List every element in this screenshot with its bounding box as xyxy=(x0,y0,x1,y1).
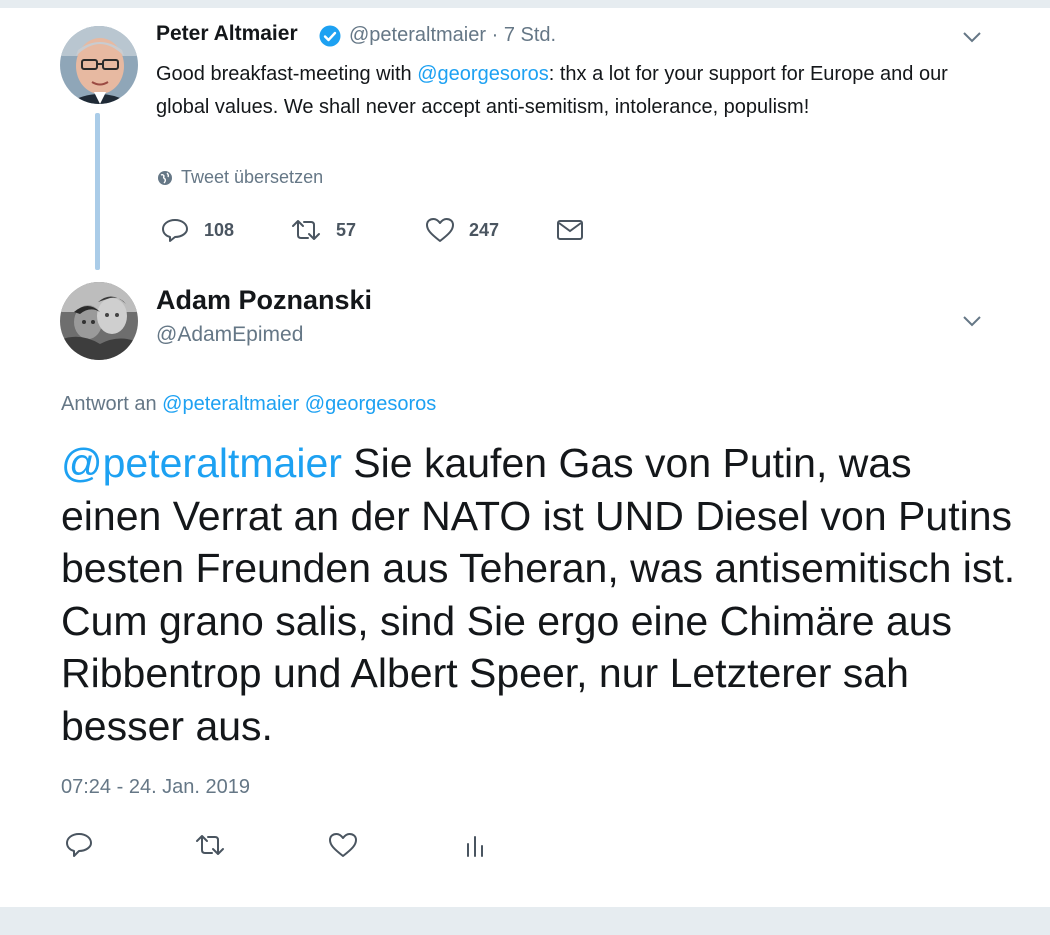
retweet-button[interactable]: 57 xyxy=(290,217,356,243)
reply-author-name[interactable]: Adam Poznanski xyxy=(156,285,372,316)
top-divider xyxy=(0,0,1050,8)
heart-icon xyxy=(329,833,357,857)
like-button[interactable] xyxy=(328,831,358,864)
avatar-peter-altmaier[interactable] xyxy=(60,26,138,104)
translate-label[interactable]: Tweet übersetzen xyxy=(181,167,323,188)
analytics-icon xyxy=(467,836,483,857)
retweet-button[interactable] xyxy=(193,832,227,863)
reply-tweet-text: @peteraltmaier Sie kaufen Gas von Putin,… xyxy=(61,440,1016,749)
chevron-down-icon[interactable] xyxy=(962,314,982,333)
reply-icon xyxy=(162,219,188,242)
reply-to-mention-2[interactable]: @georgesoros xyxy=(305,393,436,415)
bottom-divider xyxy=(0,907,1050,935)
like-count: 247 xyxy=(469,219,500,240)
reply-prefix: Antwort an xyxy=(61,393,157,415)
analytics-button[interactable] xyxy=(464,834,486,863)
chevron-down-icon[interactable] xyxy=(962,30,982,49)
tweet-text: Good breakfast-meeting with @georgesoros… xyxy=(156,63,948,118)
direct-message-button[interactable] xyxy=(556,219,584,241)
reply-author-handle[interactable]: @AdamEpimed xyxy=(156,323,303,347)
reply-context: Antwort an @peteraltmaier @georgesoros xyxy=(61,393,436,416)
reply-to-mention-1[interactable]: @peteraltmaier xyxy=(162,393,299,415)
mention-link[interactable]: @georgesoros xyxy=(417,63,548,85)
avatar-adam-poznanski[interactable] xyxy=(60,282,138,360)
retweet-count: 57 xyxy=(336,219,357,240)
reply-mention-link[interactable]: @peteraltmaier xyxy=(61,440,342,486)
tweet-time[interactable]: 7 Std. xyxy=(504,24,556,46)
reply-timestamp[interactable]: 07:24 - 24. Jan. 2019 xyxy=(61,776,250,799)
verified-badge-icon xyxy=(319,25,341,47)
author-handle[interactable]: @peteraltmaier xyxy=(349,24,486,46)
translate-tweet-link[interactable]: Tweet übersetzen xyxy=(157,167,323,188)
reply-icon xyxy=(66,833,92,857)
reply-button[interactable]: 108 xyxy=(160,217,234,243)
envelope-icon xyxy=(557,220,583,240)
like-button[interactable]: 247 xyxy=(425,217,499,243)
author-name[interactable]: Peter Altmaier xyxy=(156,22,298,46)
thread-connector-line xyxy=(95,113,100,270)
heart-icon xyxy=(426,218,454,242)
reply-button[interactable] xyxy=(64,831,94,864)
retweet-icon xyxy=(196,835,224,855)
retweet-icon xyxy=(292,220,320,240)
author-handle-and-time[interactable]: @peteraltmaier · 7 Std. xyxy=(349,24,556,47)
reply-count: 108 xyxy=(204,219,235,240)
globe-icon xyxy=(158,170,172,185)
separator-dot: · xyxy=(491,24,499,46)
